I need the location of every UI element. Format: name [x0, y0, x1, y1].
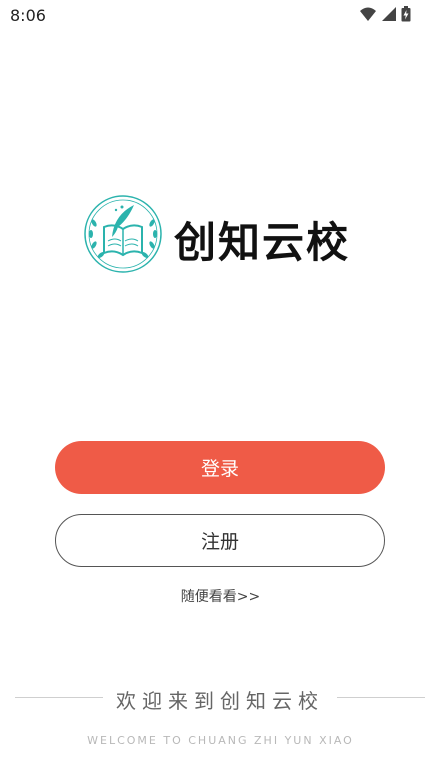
app-name: 创知云校 — [174, 218, 351, 267]
login-button[interactable]: 登录 — [55, 441, 385, 494]
app-logo: 创知云校 — [82, 193, 362, 277]
browse-as-guest-link[interactable]: 随便看看>> — [0, 586, 441, 606]
register-button[interactable]: 注册 — [55, 514, 385, 567]
battery-icon — [401, 6, 411, 22]
welcome-title: 欢迎来到创知云校 — [116, 689, 324, 713]
signal-icon — [382, 7, 396, 21]
divider-right — [337, 697, 425, 698]
book-quill-laurel-icon — [84, 195, 162, 273]
status-bar: 8:06 — [0, 0, 441, 30]
welcome-banner: 欢迎来到创知云校 — [15, 685, 425, 713]
wifi-icon — [360, 7, 376, 21]
status-time: 8:06 — [10, 6, 46, 25]
welcome-subtitle: WELCOME TO CHUANG ZHI YUN XIAO — [87, 734, 354, 747]
status-icons — [359, 6, 411, 22]
